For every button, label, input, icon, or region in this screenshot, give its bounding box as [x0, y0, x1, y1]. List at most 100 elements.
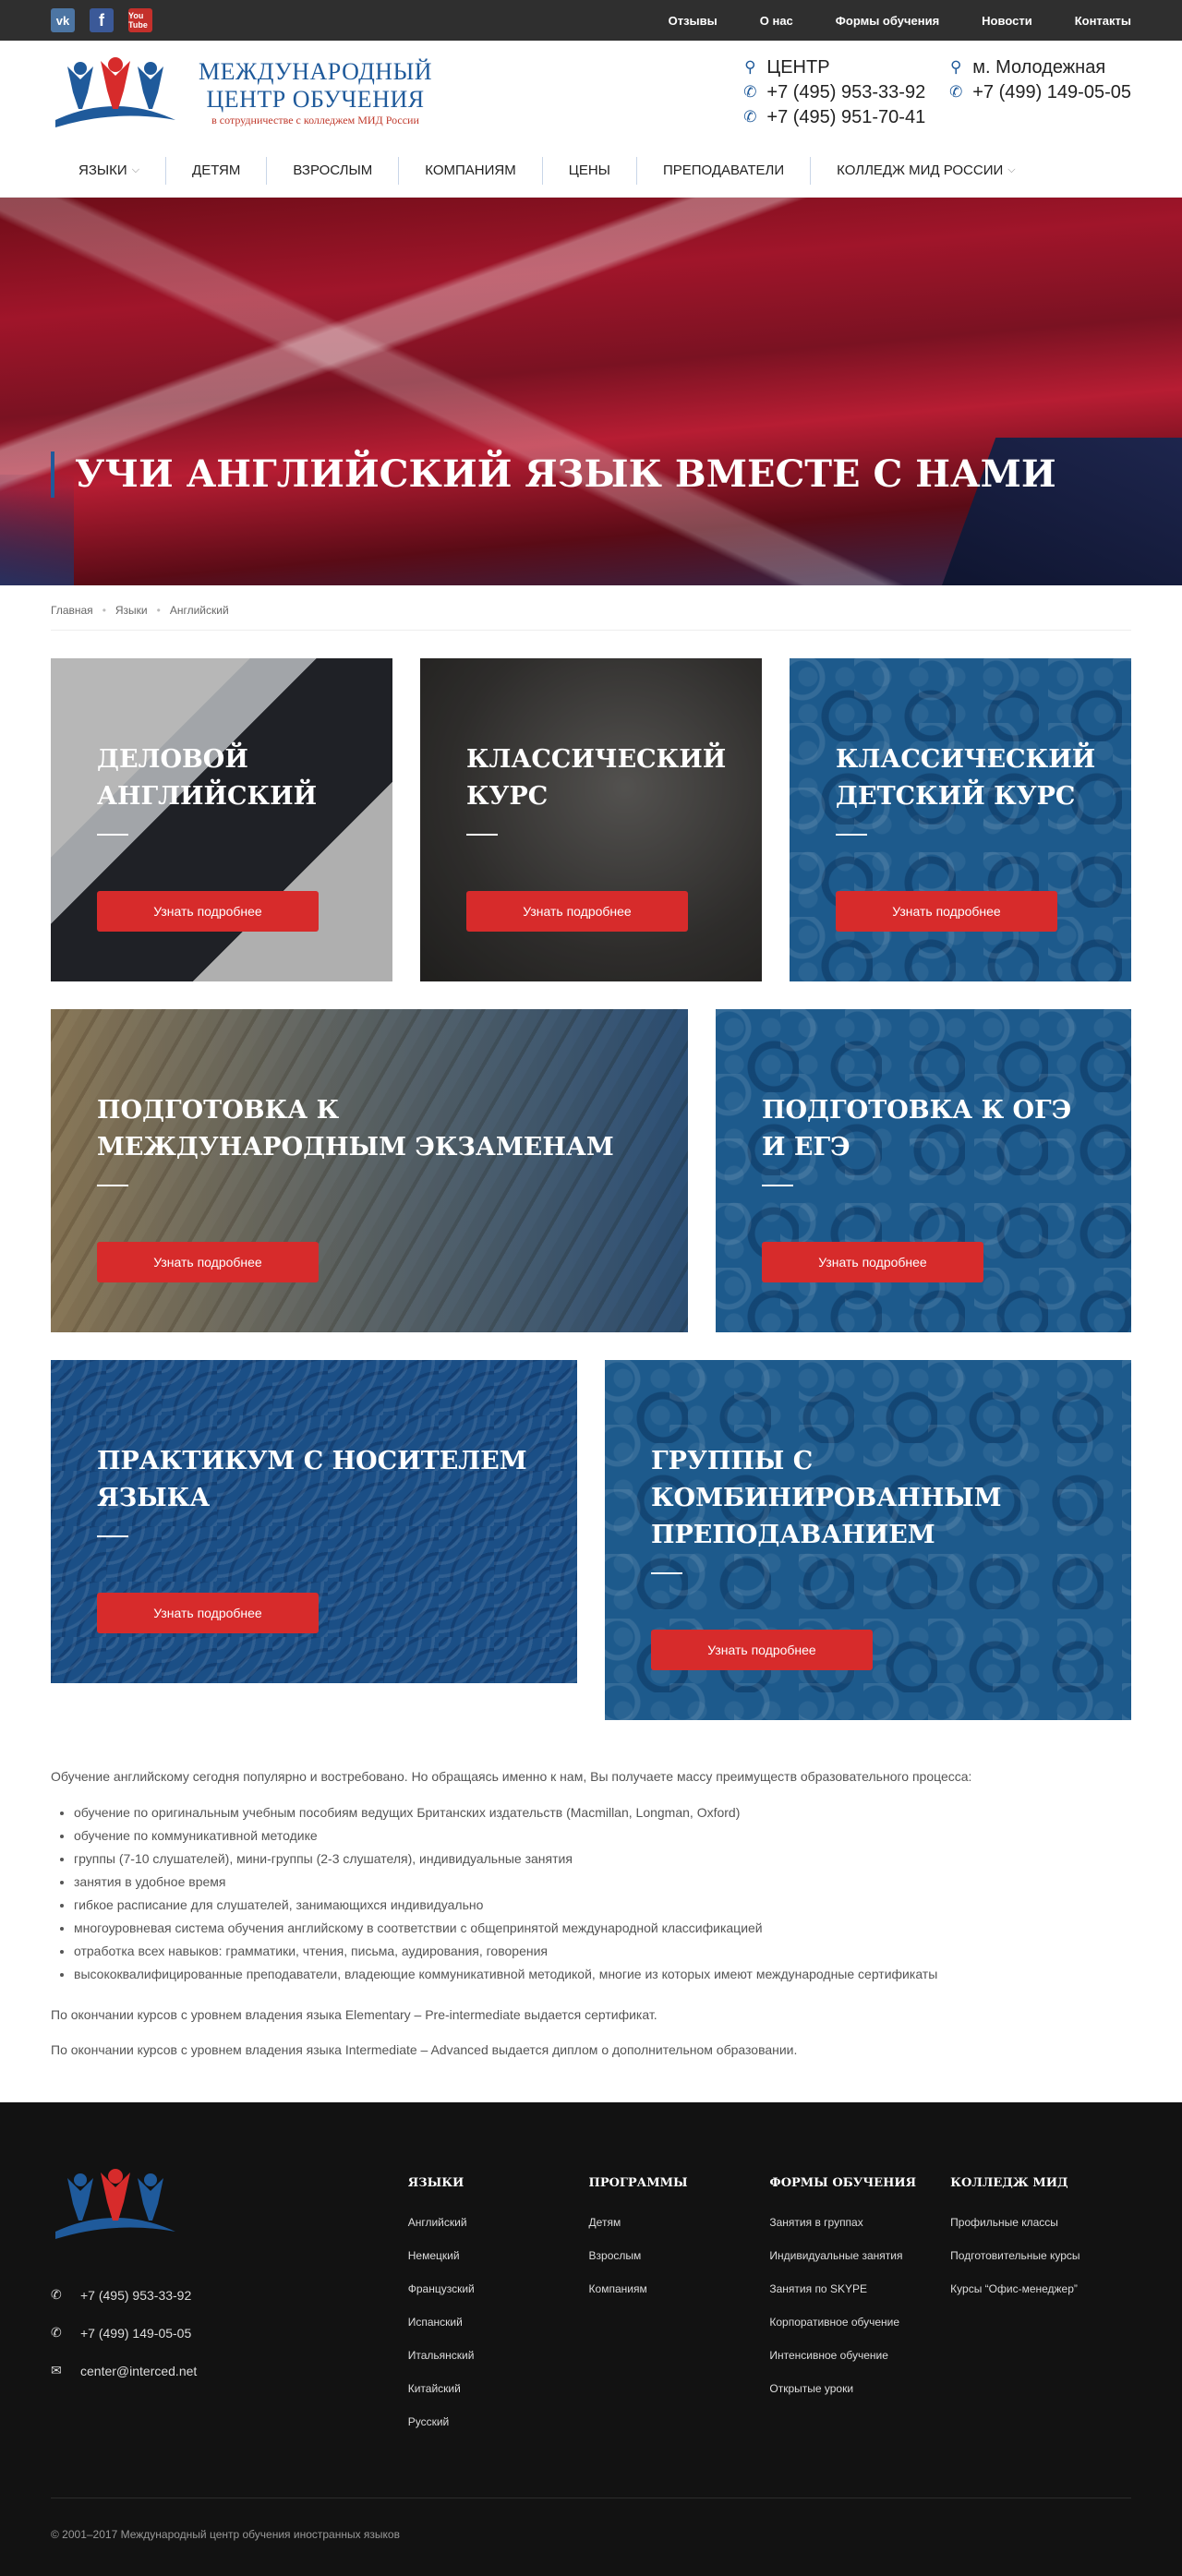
footer-link[interactable]: Занятия в группах: [769, 2216, 950, 2229]
card-more-button[interactable]: Узнать подробнее: [97, 891, 319, 932]
youtube-icon[interactable]: You Tube: [128, 8, 152, 32]
footer-col-forms: ФОРМЫ ОБУЧЕНИЯ Занятия в группах Индивид…: [769, 2167, 950, 2449]
contact-text: +7 (495) 951-70-41: [766, 106, 926, 127]
phone-icon: ✆: [949, 83, 963, 101]
vk-icon[interactable]: vk: [51, 8, 75, 32]
top-link-forms[interactable]: Формы обучения: [836, 14, 939, 28]
contact-phone-1[interactable]: ✆ +7 (495) 953-33-92: [742, 82, 925, 103]
footer-email[interactable]: ✉ center@interced.net: [51, 2363, 408, 2378]
footer-link[interactable]: Русский: [408, 2415, 589, 2428]
list-item: обучение по коммуникативной методике: [74, 1824, 1131, 1848]
footer-col-languages: ЯЗЫКИ Английский Немецкий Французский Ис…: [408, 2167, 589, 2449]
nav-prices[interactable]: ЦЕНЫ: [543, 156, 637, 185]
card-more-button[interactable]: Узнать подробнее: [466, 891, 688, 932]
card-combined-groups[interactable]: ГРУППЫ С КОМБИНИРОВАННЫМ ПРЕПОДАВАНИЕМ У…: [605, 1360, 1131, 1720]
logo-line-1: МЕЖДУНАРОДНЫЙ: [199, 57, 433, 85]
nav-children[interactable]: ДЕТЯМ: [166, 156, 268, 185]
logo[interactable]: МЕЖДУНАРОДНЫЙ ЦЕНТР ОБУЧЕНИЯ в сотруднич…: [51, 55, 432, 129]
contact-phone-3[interactable]: ✆ +7 (495) 951-70-41: [742, 107, 925, 128]
nav-label: ПРЕПОДАВАТЕЛИ: [662, 163, 785, 178]
map-marker-icon: ⚲: [744, 58, 756, 76]
nav-companies[interactable]: КОМПАНИЯМ: [399, 156, 543, 185]
footer-columns: ✆ +7 (495) 953-33-92 ✆ +7 (499) 149-05-05 …: [51, 2167, 1131, 2449]
footer-link[interactable]: Открытые уроки: [769, 2382, 950, 2395]
card-more-button[interactable]: Узнать подробнее: [97, 1593, 319, 1633]
footer-link[interactable]: Детям: [589, 2216, 770, 2229]
footer-col-title: КОЛЛЕДЖ МИД: [950, 2176, 1068, 2190]
breadcrumb-separator: •: [156, 604, 161, 617]
footer-phone-1[interactable]: ✆ +7 (495) 953-33-92: [51, 2287, 408, 2303]
envelope-icon: ✉: [51, 2363, 62, 2377]
phone-icon: ✆: [743, 83, 757, 101]
footer-link[interactable]: Интенсивное обучение: [769, 2349, 950, 2362]
phone-icon: ✆: [51, 2325, 62, 2340]
card-oge-ege[interactable]: ПОДГОТОВКА К ОГЭ И ЕГЭ Узнать подробнее: [716, 1009, 1131, 1332]
contact-text: м. Молодежная: [972, 56, 1106, 78]
site-footer: ✆ +7 (495) 953-33-92 ✆ +7 (499) 149-05-05 …: [0, 2102, 1182, 2576]
card-international-exams[interactable]: ПОДГОТОВКА К МЕЖДУНАРОДНЫМ ЭКЗАМЕНАМ Узн…: [51, 1009, 688, 1332]
card-more-button[interactable]: Узнать подробнее: [651, 1630, 873, 1670]
nav-label: ЯЗЫКИ: [78, 163, 127, 178]
card-classic-course[interactable]: КЛАССИЧЕСКИЙ КУРС Узнать подробнее: [420, 658, 762, 981]
top-link-reviews[interactable]: Отзывы: [669, 14, 718, 28]
card-more-button[interactable]: Узнать подробнее: [97, 1242, 319, 1282]
footer-link[interactable]: Испанский: [408, 2316, 589, 2329]
nav-languages[interactable]: ЯЗЫКИ ⌵: [51, 156, 167, 185]
breadcrumb-languages[interactable]: Языки: [115, 604, 148, 617]
footer-link[interactable]: Корпоративное обучение: [769, 2316, 950, 2329]
footer-col-title: ЯЗЫКИ: [407, 2176, 464, 2190]
card-business-english[interactable]: ДЕЛОВОЙ АНГЛИЙСКИЙ Узнать подробнее: [51, 658, 392, 981]
card-title: ДЕЛОВОЙ АНГЛИЙСКИЙ: [97, 745, 318, 811]
card-divider: [651, 1572, 682, 1574]
list-item: занятия в удобное время: [74, 1871, 1131, 1894]
breadcrumb: Главная • Языки • Английский: [51, 585, 1131, 631]
footer-logo-icon[interactable]: [51, 2167, 180, 2241]
nav-adults[interactable]: ВЗРОСЛЫМ: [267, 156, 400, 185]
list-item: группы (7-10 слушателей), мини-группы (2…: [74, 1848, 1131, 1871]
nav-label: ДЕТЯМ: [192, 163, 241, 178]
footer-phone-2[interactable]: ✆ +7 (499) 149-05-05: [51, 2325, 408, 2341]
footer-link[interactable]: Профильные классы: [950, 2216, 1131, 2229]
certificate-paragraph: По окончании курсов с уровнем владения я…: [51, 2007, 657, 2022]
footer-link[interactable]: Подготовительные курсы: [950, 2249, 1131, 2262]
benefits-list: обучение по оригинальным учебным пособия…: [74, 1801, 1131, 1986]
phone-icon: ✆: [51, 2287, 62, 2302]
nav-college[interactable]: КОЛЛЕДЖ МИД РОССИИ ⌵: [811, 157, 1041, 185]
footer-link[interactable]: Курсы “Офис-менеджер”: [950, 2282, 1131, 2295]
chevron-down-icon: ⌵: [1007, 164, 1016, 175]
footer-link[interactable]: Китайский: [408, 2382, 589, 2395]
description-text: Обучение английскому сегодня популярно и…: [0, 1748, 1182, 2102]
card-divider: [466, 834, 498, 836]
nav-teachers[interactable]: ПРЕПОДАВАТЕЛИ: [637, 156, 812, 185]
card-kids-course[interactable]: КЛАССИЧЕСКИЙ ДЕТСКИЙ КУРС Узнать подробн…: [790, 658, 1131, 981]
contact-phone-2[interactable]: ✆ +7 (499) 149-05-05: [948, 82, 1131, 103]
facebook-icon[interactable]: f: [90, 8, 114, 32]
footer-link[interactable]: Индивидуальные занятия: [769, 2249, 950, 2262]
card-more-button[interactable]: Узнать подробнее: [762, 1242, 983, 1282]
top-link-news[interactable]: Новости: [982, 14, 1032, 28]
breadcrumb-home[interactable]: Главная: [51, 604, 93, 617]
list-item: многоуровневая система обучения английск…: [74, 1917, 1131, 1940]
social-links: vk f You Tube: [51, 8, 152, 32]
top-link-about[interactable]: О нас: [760, 14, 793, 28]
card-row: ПРАКТИКУМ С НОСИТЕЛЕМ ЯЗЫКА Узнать подро…: [51, 1360, 1131, 1720]
top-bar: vk f You Tube Отзывы О нас Формы обучени…: [0, 0, 1182, 41]
card-title: ПРАКТИКУМ С НОСИТЕЛЕМ ЯЗЫКА: [97, 1447, 527, 1512]
footer-col-title: ФОРМЫ ОБУЧЕНИЯ: [769, 2176, 917, 2190]
phone-icon: ✆: [743, 108, 757, 126]
footer-link[interactable]: Французский: [408, 2282, 589, 2295]
card-more-button[interactable]: Узнать подробнее: [836, 891, 1057, 932]
contact-center: ⚲ ЦЕНТР: [742, 57, 925, 78]
nav-label: ЦЕНЫ: [568, 163, 610, 178]
card-title: ПОДГОТОВКА К ОГЭ И ЕГЭ: [762, 1096, 1072, 1162]
footer-link[interactable]: Занятия по SKYPE: [769, 2282, 950, 2295]
footer-link[interactable]: Немецкий: [408, 2249, 589, 2262]
top-link-contacts[interactable]: Контакты: [1075, 14, 1131, 28]
card-title: КЛАССИЧЕСКИЙ КУРС: [466, 745, 727, 811]
footer-link[interactable]: Взрослым: [589, 2249, 770, 2262]
card-native-speaker[interactable]: ПРАКТИКУМ С НОСИТЕЛЕМ ЯЗЫКА Узнать подро…: [51, 1360, 577, 1683]
header-contacts: ⚲ ЦЕНТР ⚲ м. Молодежная ✆ +7 (495) 953-33-9…: [742, 57, 1131, 128]
footer-link[interactable]: Английский: [408, 2216, 589, 2229]
footer-link[interactable]: Компаниям: [589, 2282, 770, 2295]
footer-link[interactable]: Итальянский: [408, 2349, 589, 2362]
